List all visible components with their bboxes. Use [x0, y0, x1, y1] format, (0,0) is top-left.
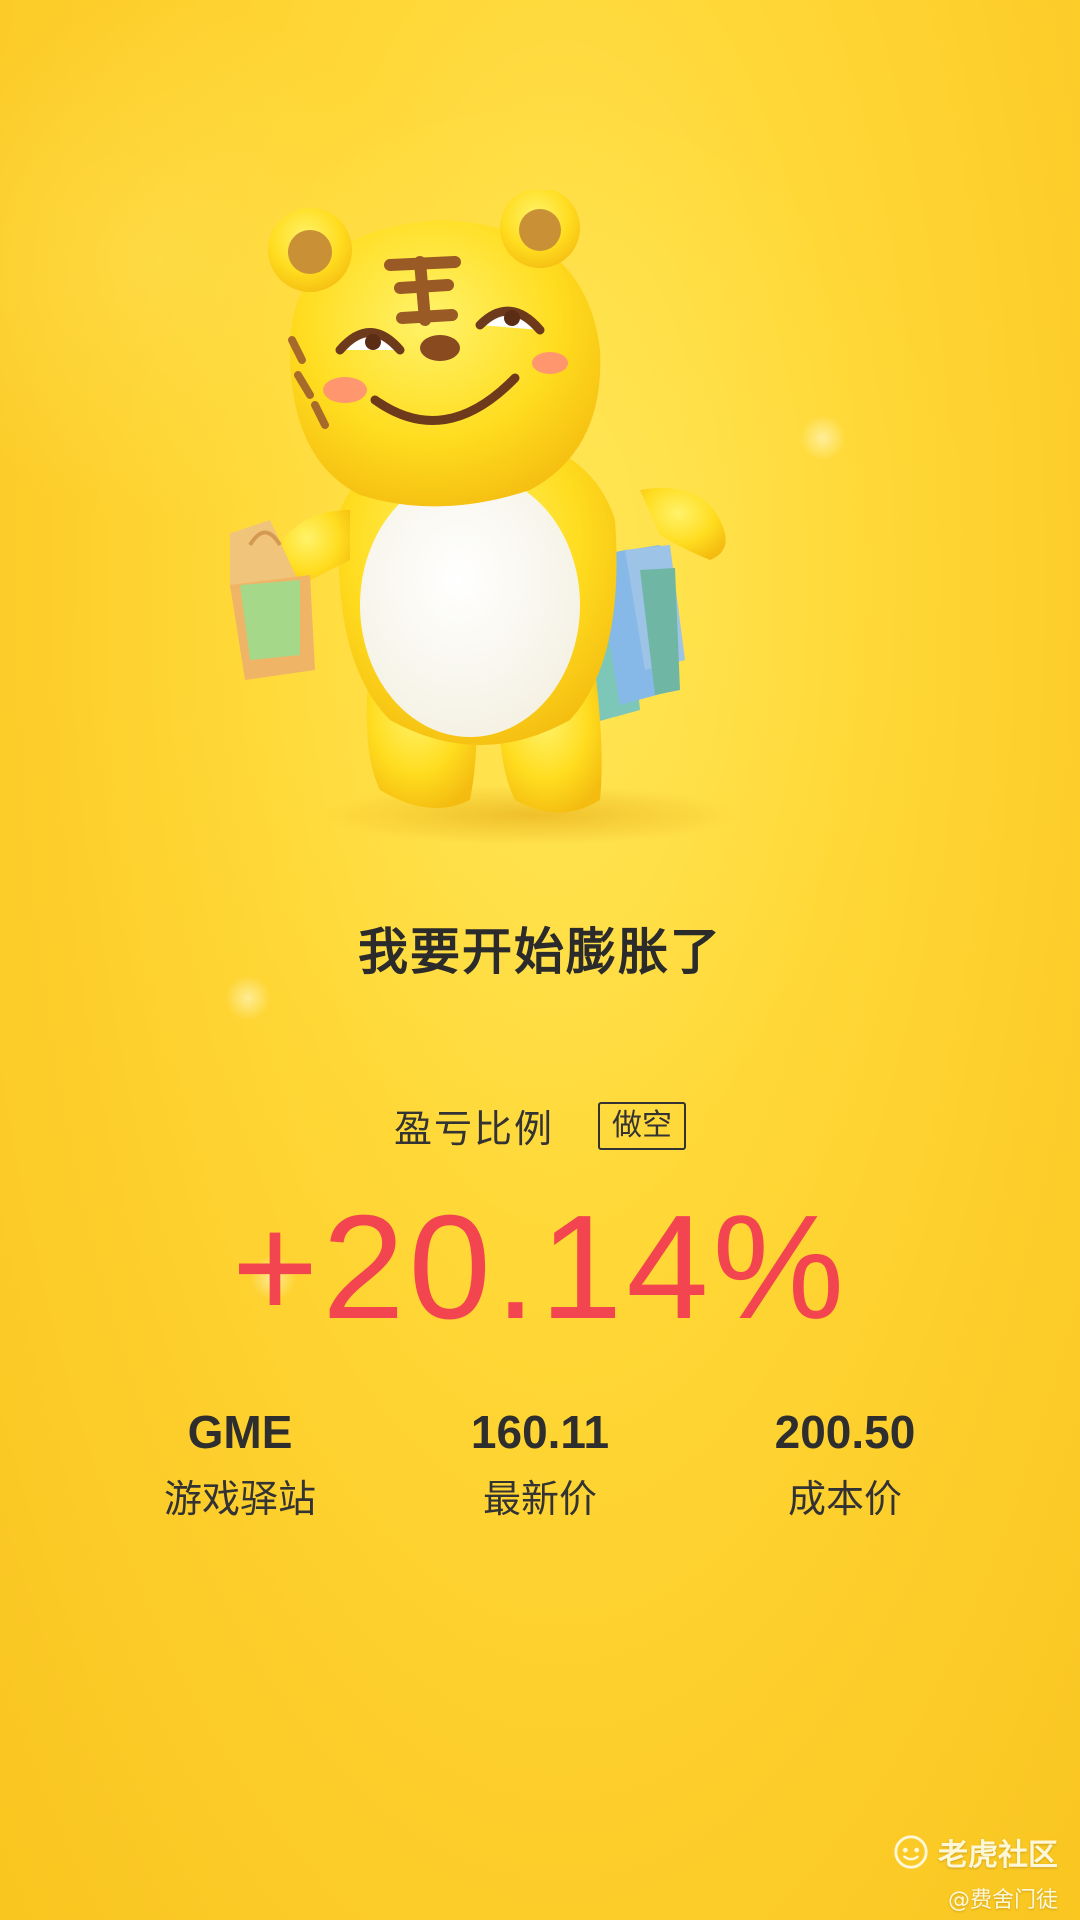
stat-cost-price: 200.50 成本价 [695, 1402, 995, 1524]
left-cheek [323, 377, 367, 403]
pnl-ratio-label: 盈亏比例 [393, 1107, 554, 1151]
tiger-logo-icon [894, 1835, 928, 1869]
watermark-username: @费舍门徒 [947, 1888, 1058, 1913]
belly [360, 473, 580, 737]
brand-name: 老虎社区 [938, 1838, 1058, 1873]
ticker-symbol: GME [187, 1406, 293, 1458]
stat-ticker: GME 游戏驿站 [90, 1402, 390, 1524]
company-name: 游戏驿站 [163, 1477, 316, 1521]
brand-watermark: 老虎社区 [892, 1830, 1058, 1874]
share-card: 我要开始膨胀了 盈亏比例 做空 +20.14% GME 游戏驿站 160.11 … [0, 0, 1080, 1920]
cost-price-label: 成本价 [787, 1477, 902, 1521]
position-type-tag: 做空 [598, 1101, 686, 1150]
headline: 我要开始膨胀了 [358, 923, 722, 981]
tiger-mascot-illustration [230, 190, 740, 845]
latest-price-value: 160.11 [470, 1406, 610, 1458]
stock-stats: GME 游戏驿站 160.11 最新价 200.50 成本价 [0, 1402, 1080, 1542]
stat-latest-price: 160.11 最新价 [390, 1402, 690, 1524]
pnl-ratio-row: 盈亏比例 做空 [0, 1098, 1080, 1153]
right-cheek [532, 352, 568, 374]
cost-price-value: 200.50 [774, 1406, 916, 1458]
nose [420, 335, 460, 361]
latest-price-label: 最新价 [482, 1477, 597, 1521]
pnl-ratio-value: +20.14% [231, 1185, 849, 1350]
